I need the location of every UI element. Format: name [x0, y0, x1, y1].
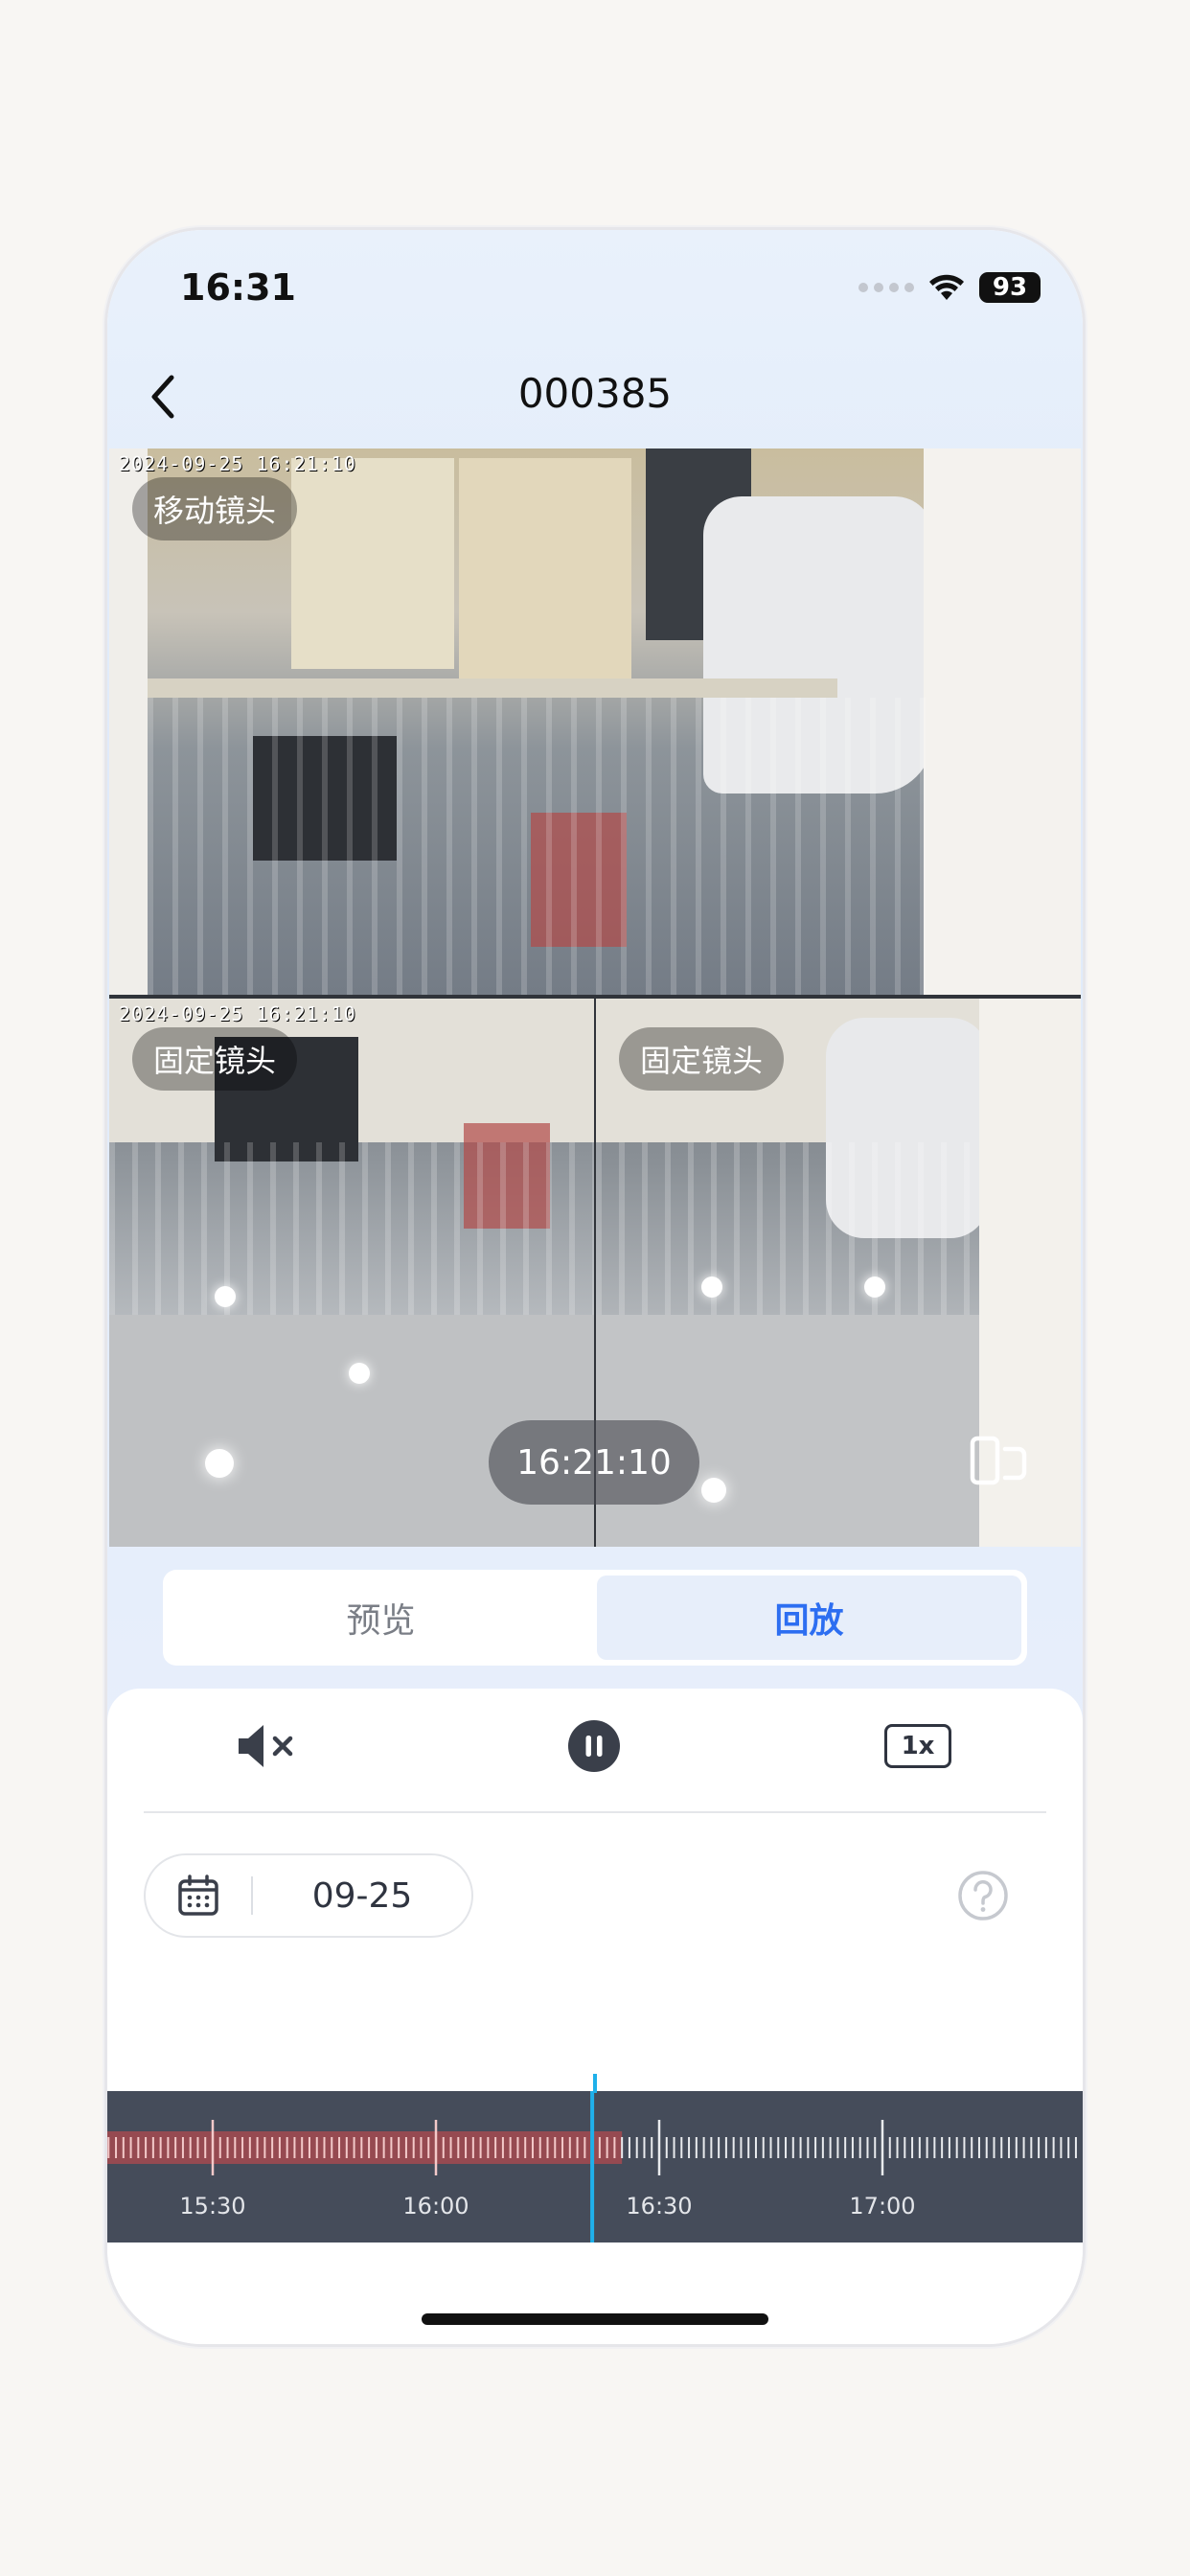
timeline-tick-label: 16:30: [626, 2193, 692, 2220]
video-player[interactable]: 2024-09-25 16:21:10 移动镜头 2024-09-25 16:2…: [109, 448, 1081, 1547]
timeline-tick-label: 15:30: [179, 2193, 245, 2220]
playback-time-badge: 16:21:10: [489, 1420, 699, 1505]
status-bar: 16:31 93: [107, 230, 1083, 345]
tab-playback[interactable]: 回放: [597, 1576, 1021, 1660]
playback-toolbar: 1x: [107, 1689, 1083, 1804]
camera-label: 移动镜头: [132, 477, 298, 540]
camera-view-moving[interactable]: 2024-09-25 16:21:10 移动镜头: [109, 448, 1081, 995]
tab-preview[interactable]: 预览: [169, 1576, 593, 1660]
page-title: 000385: [517, 370, 673, 417]
timeline-tick-label: 16:00: [402, 2193, 469, 2220]
mute-button[interactable]: [230, 1717, 307, 1775]
timeline-tick-label: 17:00: [849, 2193, 915, 2220]
speed-button[interactable]: 1x: [880, 1717, 956, 1775]
timeline-ruler[interactable]: 15:30 16:00 16:30 17:00: [107, 2091, 1083, 2242]
screen-layout-icon: [970, 1436, 1027, 1485]
calendar-icon-wrap: [146, 1874, 251, 1918]
calendar-icon: [178, 1874, 218, 1916]
camera-label: 固定镜头: [132, 1027, 298, 1091]
status-indicators: 93: [858, 272, 1041, 303]
nav-bar: 000385: [107, 353, 1083, 441]
camera-label: 固定镜头: [619, 1027, 785, 1091]
home-indicator: [422, 2313, 768, 2325]
pause-icon: [568, 1720, 620, 1772]
playback-controls-panel: 1x 09-25: [107, 1689, 1083, 2344]
mode-tabs: 预览 回放: [163, 1570, 1027, 1666]
phone-frame: 16:31 93 000385 2024-09-25 16:21:10 移动镜头…: [107, 230, 1083, 2344]
help-button[interactable]: [954, 1867, 1012, 1924]
camera-osd-timestamp: 2024-09-25 16:21:10: [119, 452, 356, 475]
timeline-playhead-top: [593, 2074, 597, 2093]
date-picker-button[interactable]: 09-25: [144, 1853, 473, 1938]
cellular-signal-icon: [858, 283, 914, 292]
playback-timeline[interactable]: 15:30 16:00 16:30 17:00: [107, 2091, 1083, 2242]
camera-osd-timestamp: 2024-09-25 16:21:10: [119, 1002, 356, 1025]
divider: [144, 1811, 1046, 1813]
speed-label: 1x: [884, 1724, 951, 1768]
switch-layout-button[interactable]: [966, 1428, 1033, 1495]
wifi-icon: [929, 274, 964, 300]
pause-button[interactable]: [556, 1717, 632, 1775]
question-mark-icon: [958, 1871, 1008, 1920]
speaker-muted-icon: [239, 1725, 293, 1767]
status-time: 16:31: [180, 266, 296, 309]
recorded-segment: [107, 2131, 623, 2164]
selected-date: 09-25: [311, 1875, 413, 1916]
battery-indicator: 93: [979, 272, 1041, 303]
